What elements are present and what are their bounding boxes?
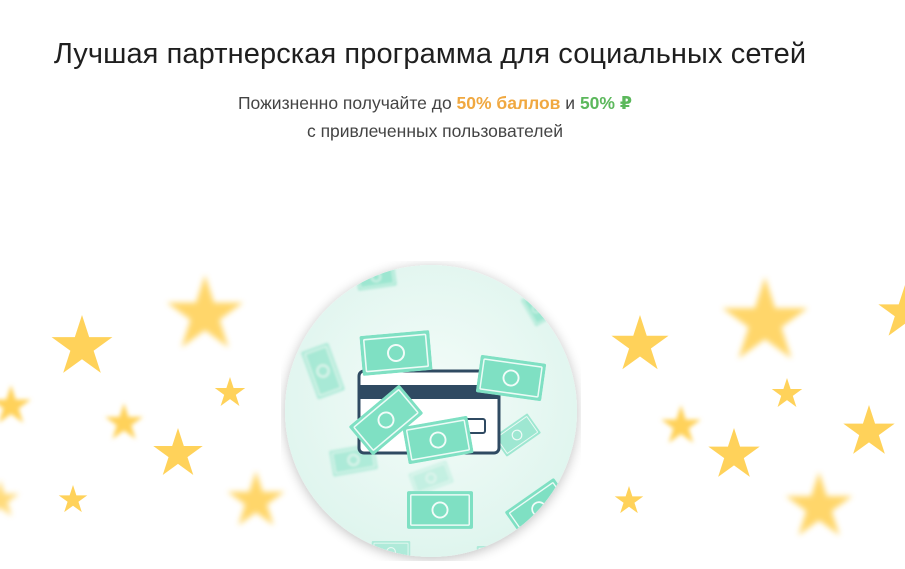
star-icon xyxy=(771,378,803,407)
star-icon xyxy=(878,285,905,336)
star-icon xyxy=(722,277,808,359)
star-icon xyxy=(214,377,246,406)
star-icon xyxy=(58,485,88,513)
star-icon xyxy=(153,428,203,476)
card-with-banknotes-icon xyxy=(281,261,581,561)
star-icon xyxy=(708,428,760,477)
star-icon xyxy=(0,385,31,423)
star-icon xyxy=(166,275,244,348)
star-icon xyxy=(661,405,701,443)
star-icon xyxy=(611,315,669,370)
star-icon xyxy=(614,486,644,514)
star-icon xyxy=(51,315,113,373)
star-icon xyxy=(104,403,144,440)
star-icon xyxy=(843,405,895,454)
star-icon xyxy=(785,472,853,536)
star-icon xyxy=(227,471,285,526)
star-icon xyxy=(0,480,20,517)
